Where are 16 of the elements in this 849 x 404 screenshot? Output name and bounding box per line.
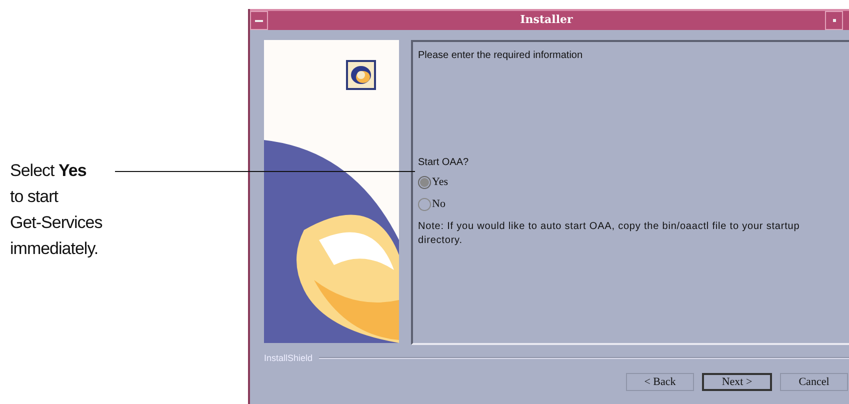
- dialog-button[interactable]: Next >: [702, 373, 772, 391]
- logo-icon: [346, 60, 376, 90]
- instruction-text: Please enter the required information: [418, 50, 584, 61]
- minimize-button[interactable]: [825, 11, 843, 30]
- note-text: Note: If you would like to auto start OAA, copy the bin/oaactl file to your startup directory.: [418, 220, 801, 248]
- radio-button[interactable]: [418, 198, 431, 210]
- window-menu-button[interactable]: [250, 11, 268, 30]
- callout-text: Select Yes to start Get-Services immediately.: [10, 160, 102, 260]
- radio-button[interactable]: [418, 176, 431, 188]
- radio-label[interactable]: No: [432, 198, 446, 210]
- window-title: Installer: [519, 12, 574, 28]
- dialog-button[interactable]: < Back: [626, 373, 694, 391]
- radio-label[interactable]: Yes: [432, 176, 448, 188]
- brand-label: InstallShield: [264, 353, 313, 363]
- dialog-button[interactable]: Cancel: [780, 373, 848, 391]
- question-label: Start OAA?: [418, 157, 470, 168]
